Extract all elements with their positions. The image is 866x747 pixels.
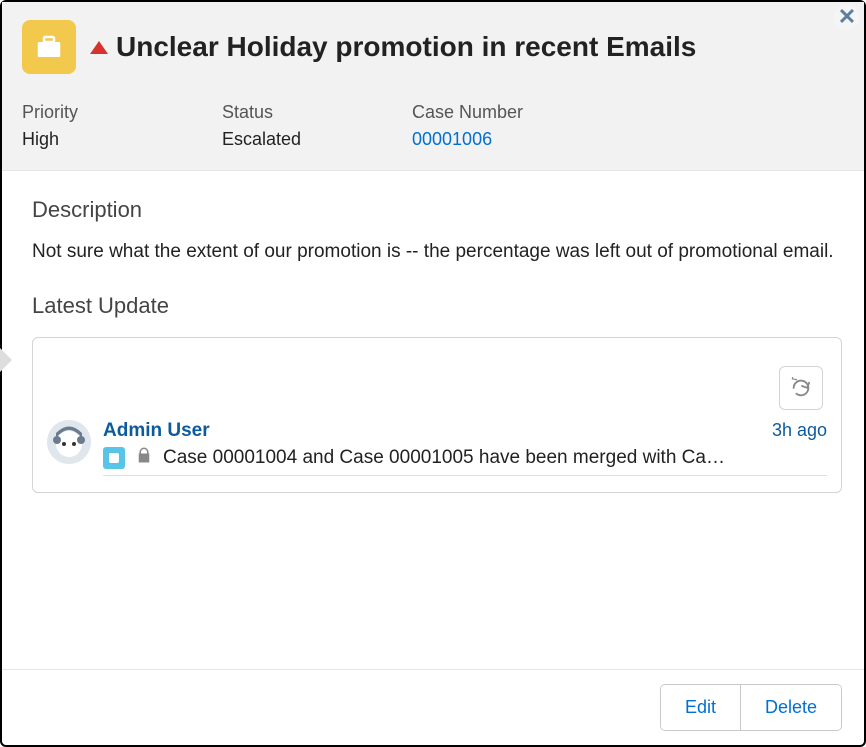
description-heading: Description xyxy=(32,197,842,223)
close-button[interactable]: ✕ xyxy=(834,4,860,30)
case-number-label: Case Number xyxy=(412,102,523,123)
feed-item: Admin User 3h ago Case 00001004 and Case… xyxy=(47,420,827,469)
status-value: Escalated xyxy=(222,129,412,150)
priority-high-icon xyxy=(90,41,108,54)
status-label: Status xyxy=(222,102,412,123)
action-buttons: Edit Delete xyxy=(660,684,842,731)
feed-divider xyxy=(103,475,827,476)
feed-body-text: Case 00001004 and Case 00001005 have bee… xyxy=(163,447,827,469)
edit-button[interactable]: Edit xyxy=(661,685,740,730)
meta-row: Priority High Status Escalated Case Numb… xyxy=(22,102,844,150)
popover-pointer xyxy=(0,348,12,372)
case-number-link[interactable]: 00001006 xyxy=(412,129,523,150)
latest-update-card: Admin User 3h ago Case 00001004 and Case… xyxy=(32,337,842,493)
refresh-icon xyxy=(790,377,812,399)
latest-update-heading: Latest Update xyxy=(32,293,842,319)
record-body: Description Not sure what the extent of … xyxy=(2,171,864,511)
footer: Edit Delete xyxy=(2,669,864,745)
feed-user-link[interactable]: Admin User xyxy=(103,420,210,442)
feed-timestamp: 3h ago xyxy=(772,420,827,441)
refresh-button[interactable] xyxy=(779,366,823,410)
priority-label: Priority xyxy=(22,102,222,123)
record-change-icon xyxy=(103,447,125,469)
record-header: Unclear Holiday promotion in recent Emai… xyxy=(2,2,864,171)
case-icon xyxy=(22,20,76,74)
avatar-icon xyxy=(47,420,91,464)
description-text: Not sure what the extent of our promotio… xyxy=(32,237,842,267)
title-row: Unclear Holiday promotion in recent Emai… xyxy=(22,20,844,74)
avatar[interactable] xyxy=(47,420,91,464)
record-title: Unclear Holiday promotion in recent Emai… xyxy=(116,31,696,63)
delete-button[interactable]: Delete xyxy=(740,685,841,730)
lock-icon xyxy=(135,446,153,469)
close-icon: ✕ xyxy=(838,4,856,30)
priority-value: High xyxy=(22,129,222,150)
